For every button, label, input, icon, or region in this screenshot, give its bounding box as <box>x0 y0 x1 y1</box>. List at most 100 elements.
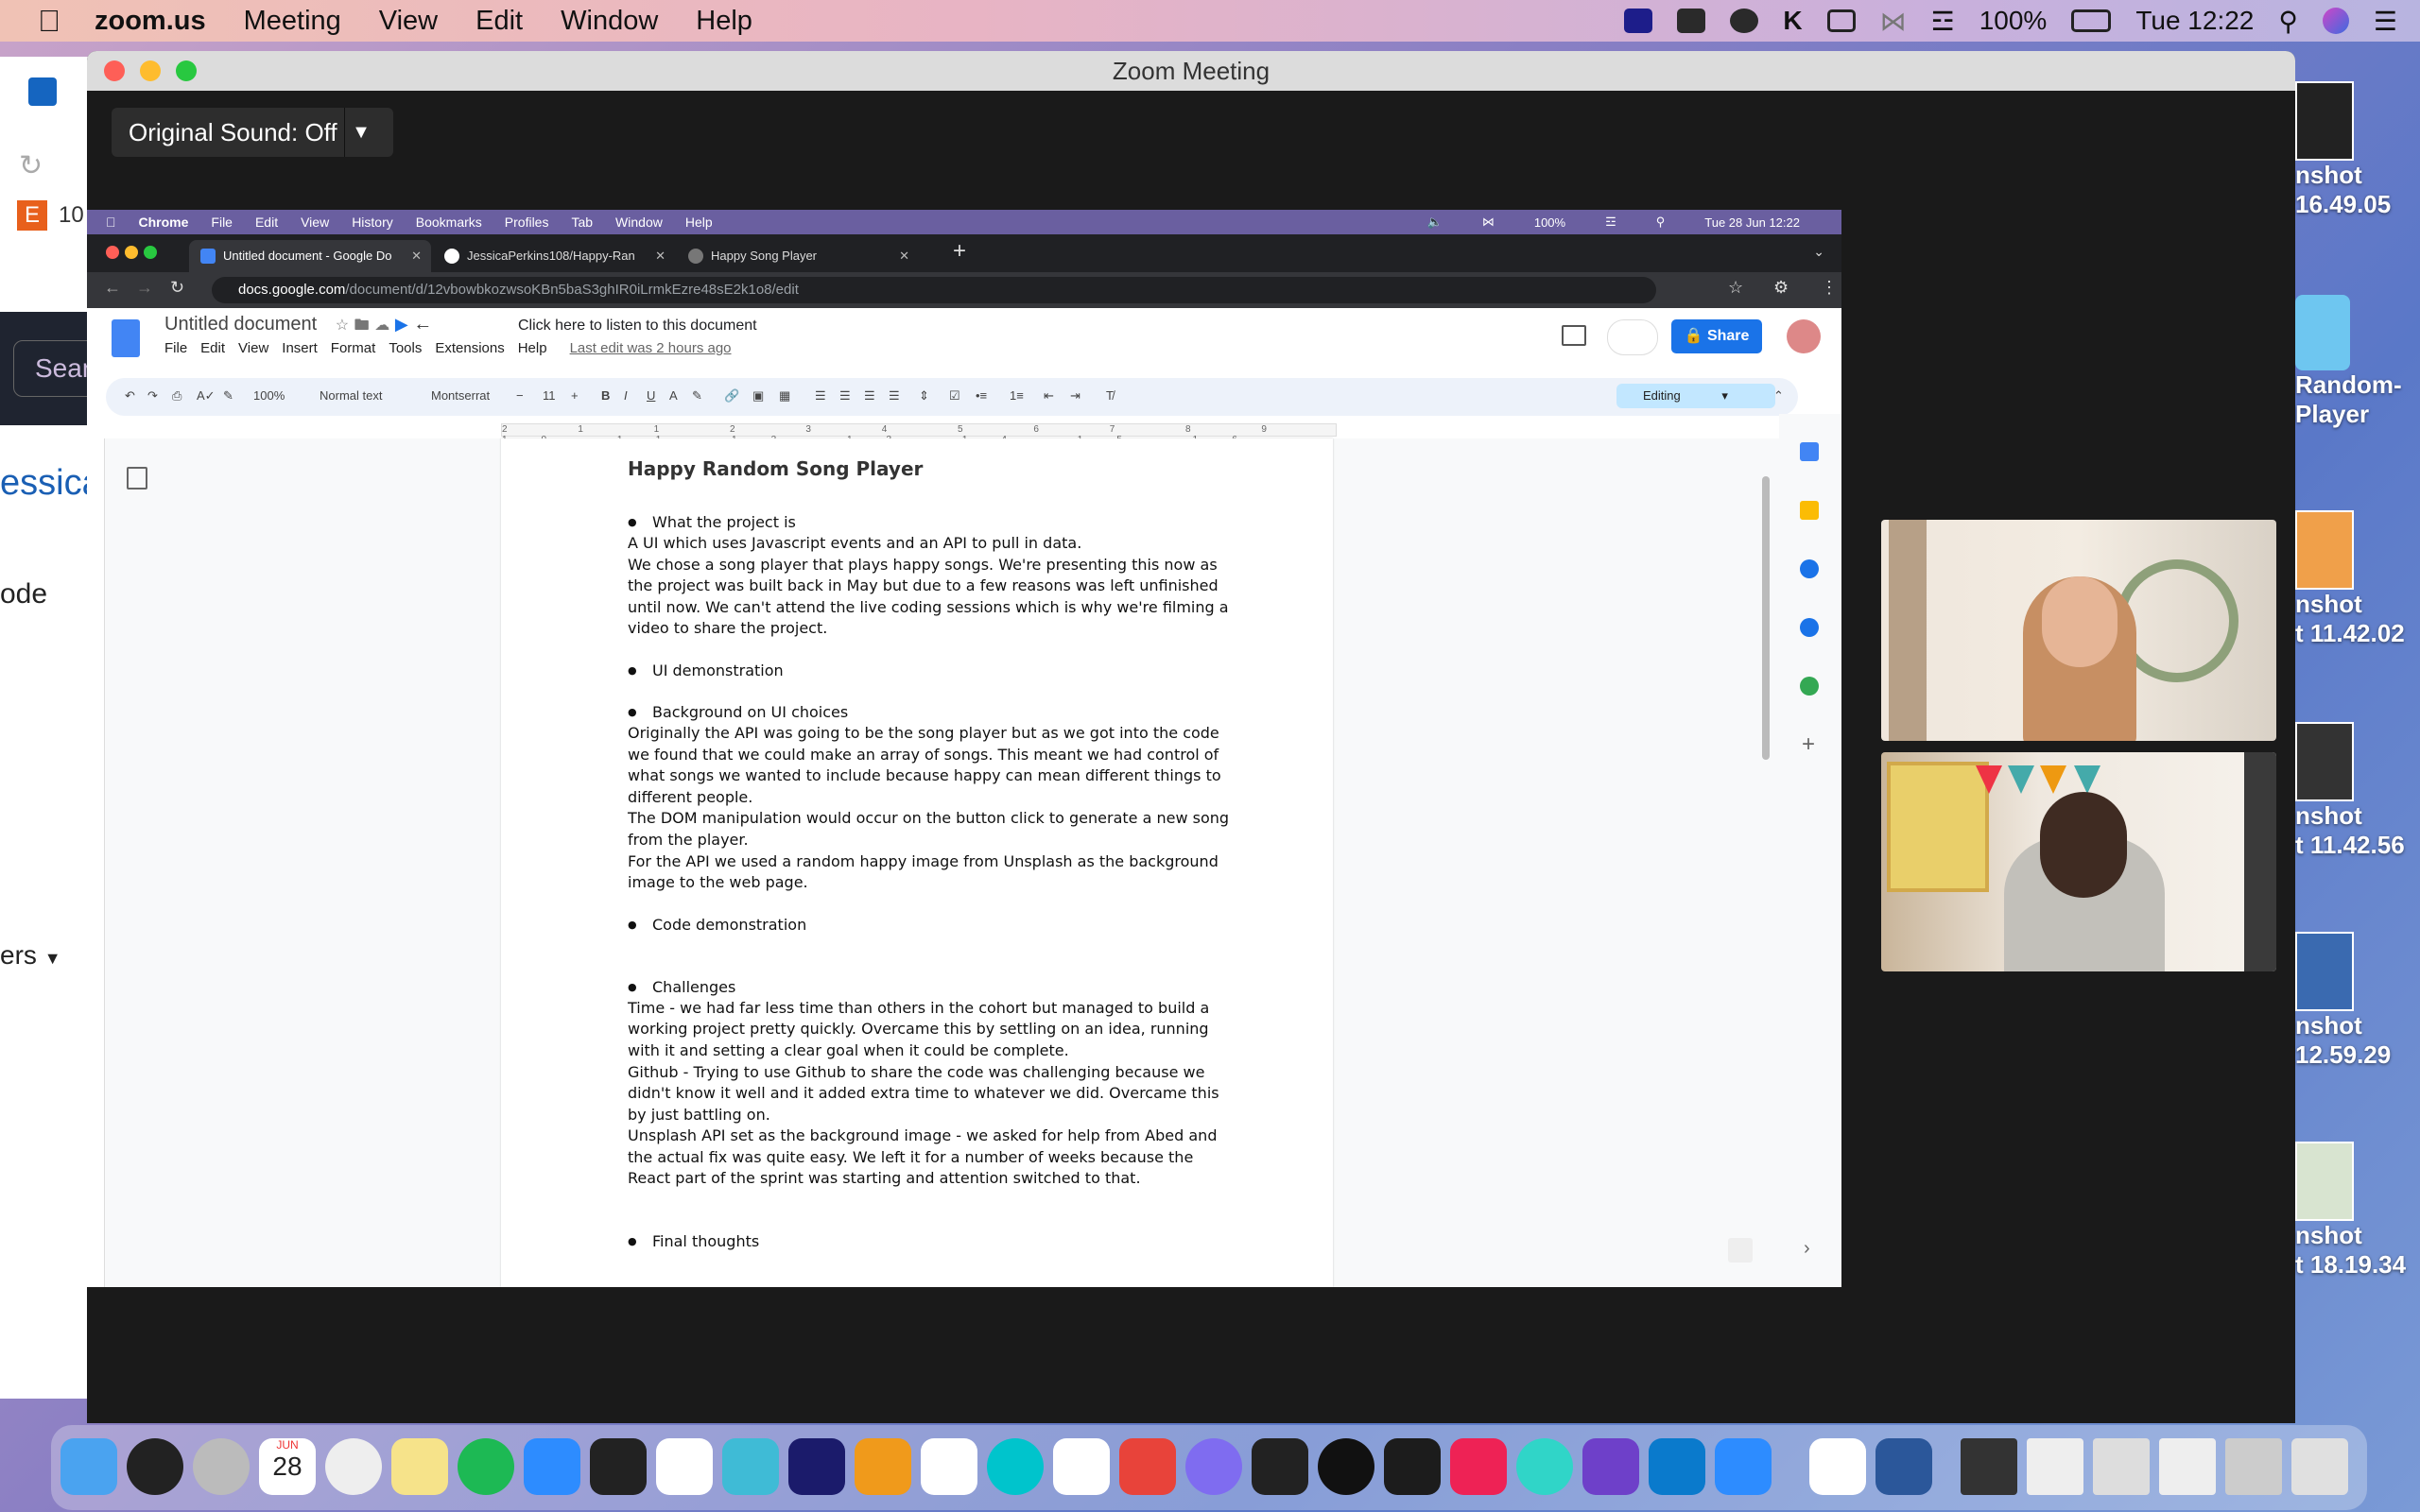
zoom-window-button[interactable] <box>176 60 197 81</box>
numbered-list-icon[interactable]: 1≡ <box>1010 388 1024 403</box>
share-button[interactable]: 🔒 Share <box>1671 319 1762 353</box>
minimize-window-button[interactable] <box>140 60 161 81</box>
zoom-icon[interactable] <box>524 1438 580 1495</box>
siri-icon[interactable] <box>2322 8 2349 34</box>
document-page[interactable]: Happy Random Song Player What the projec… <box>501 438 1333 1287</box>
reload-icon[interactable]: ↻ <box>170 278 184 298</box>
close-window-button[interactable] <box>104 60 125 81</box>
decrease-indent-icon[interactable]: ⇤ <box>1044 388 1054 404</box>
line-spacing-icon[interactable]: ⇕ <box>919 388 929 404</box>
desktop-folder[interactable]: Random- Player <box>2295 295 2420 429</box>
bullet-list-icon[interactable]: •≡ <box>976 388 987 403</box>
participant-video-1[interactable] <box>1881 520 2276 741</box>
docs-menu-format[interactable]: Format <box>331 340 376 356</box>
desktop-file-4[interactable]: nshot 12.59.29 <box>2295 932 2420 1070</box>
zoom-select[interactable]: 100% <box>253 388 285 403</box>
slack-icon[interactable] <box>656 1438 713 1495</box>
document-title[interactable]: Untitled document ☆ 🖿 ☁ ▶ ← <box>164 314 432 340</box>
bold-icon[interactable]: B <box>601 388 610 403</box>
new-tab-button[interactable]: + <box>953 238 966 265</box>
listen-link[interactable]: Click here to listen to this document <box>518 318 757 335</box>
horizontal-ruler[interactable]: 2 1 1 2 3 4 5 6 7 8 9 10 11 12 13 14 15 … <box>87 420 1779 455</box>
close-icon[interactable]: ✕ <box>899 240 909 272</box>
desktop-file-5[interactable]: nshot t 18.19.34 <box>2295 1142 2420 1280</box>
notes-icon[interactable] <box>391 1438 448 1495</box>
document-body[interactable]: Happy Random Song Player What the projec… <box>628 457 1233 1252</box>
vscode-icon[interactable] <box>1649 1438 1705 1495</box>
star-icon[interactable]: ☆ <box>336 318 349 334</box>
word-icon[interactable] <box>1876 1438 1932 1495</box>
etsy-icon[interactable]: E <box>17 200 47 231</box>
address-bar[interactable]: docs.google.com/document/d/12vbowbkozwso… <box>212 277 1656 303</box>
bluetooth-icon[interactable]: ⋈ <box>1880 6 1907 37</box>
align-right-icon[interactable]: ☰ <box>864 388 875 404</box>
italic-icon[interactable]: I <box>624 388 628 403</box>
apple-icon[interactable]:  <box>38 4 60 39</box>
tab-github[interactable]: JessicaPerkins108/Happy-Ran ✕ <box>433 240 675 272</box>
tab-search-icon[interactable]: ⌄ <box>1813 244 1824 260</box>
menu-app-name[interactable]: zoom.us <box>95 6 206 37</box>
explore-icon[interactable] <box>1728 1238 1753 1263</box>
menu-help[interactable]: Help <box>696 6 752 37</box>
music-icon[interactable] <box>1809 1438 1866 1495</box>
code-label[interactable]: ode <box>0 578 47 610</box>
font-size-input[interactable]: 11 <box>543 388 556 403</box>
desktop-file-3[interactable]: nshot t 11.42.56 <box>2295 722 2420 860</box>
highlight-icon[interactable]: ✎ <box>692 388 702 404</box>
figma-icon[interactable] <box>590 1438 647 1495</box>
editing-mode-select[interactable]: Editing ▾ <box>1616 384 1775 408</box>
desktop-file-1[interactable]: nshot 16.49.05 <box>2295 81 2420 219</box>
print-icon[interactable]: ⎙ <box>172 388 182 404</box>
scrollbar[interactable] <box>1762 476 1770 760</box>
docs-logo-icon[interactable] <box>112 319 140 357</box>
align-left-icon[interactable]: ☰ <box>815 388 826 404</box>
avatar[interactable] <box>1787 319 1821 353</box>
text-color-icon[interactable]: A <box>669 388 678 403</box>
comment-history-icon[interactable] <box>1562 325 1586 346</box>
decrease-size-icon[interactable]: − <box>516 388 524 403</box>
close-icon[interactable]: ✕ <box>655 240 666 272</box>
wifi-icon[interactable]: ☲ <box>1931 6 1955 37</box>
webstorm-icon[interactable] <box>788 1438 845 1495</box>
forward-icon[interactable]: → <box>136 278 153 298</box>
minimized-window[interactable] <box>2027 1438 2083 1495</box>
close-window-button[interactable] <box>106 246 119 259</box>
settings-icon[interactable] <box>1185 1438 1242 1495</box>
docs-menu-help[interactable]: Help <box>518 340 547 356</box>
zoom-icon[interactable] <box>1715 1438 1772 1495</box>
docs-menu-view[interactable]: View <box>238 340 268 356</box>
trash-icon[interactable] <box>2291 1438 2348 1495</box>
zoom-window-button[interactable] <box>144 246 157 259</box>
tasks-icon[interactable] <box>1800 559 1819 578</box>
chrome-icon[interactable] <box>325 1438 382 1495</box>
increase-indent-icon[interactable]: ⇥ <box>1070 388 1080 404</box>
docs-menu-edit[interactable]: Edit <box>200 340 225 356</box>
underline-icon[interactable]: U <box>647 388 655 403</box>
airplay-icon[interactable] <box>1826 9 1856 32</box>
notion-icon[interactable] <box>921 1438 977 1495</box>
more-menu-icon[interactable]: ⋮ <box>1821 278 1838 298</box>
link-icon[interactable]: 🔗 <box>724 388 739 404</box>
terminal-icon[interactable] <box>1252 1438 1308 1495</box>
docs-menu-file[interactable]: File <box>164 340 187 356</box>
play-icon[interactable]: ▶ <box>395 315 408 334</box>
desktop-file-2[interactable]: nshot t 11.42.02 <box>2295 510 2420 648</box>
expand-panel-icon[interactable]: › <box>1804 1238 1810 1260</box>
align-center-icon[interactable]: ☰ <box>839 388 851 404</box>
vertical-ruler[interactable] <box>87 438 105 1287</box>
miro-icon[interactable] <box>1384 1438 1441 1495</box>
minimized-window[interactable] <box>2159 1438 2216 1495</box>
calendar-icon[interactable] <box>1800 442 1819 461</box>
minimized-window[interactable] <box>2093 1438 2150 1495</box>
comment-icon[interactable]: ▣ <box>752 388 764 404</box>
redo-icon[interactable]: ↷ <box>147 388 158 404</box>
bookmark-star-icon[interactable]: ☆ <box>1728 278 1743 298</box>
docs-menu-tools[interactable]: Tools <box>389 340 422 356</box>
spotlight-icon[interactable]: ⚲ <box>2278 6 2298 37</box>
outline-icon[interactable] <box>127 467 147 490</box>
paint-format-icon[interactable]: ✎ <box>223 388 233 404</box>
justify-icon[interactable]: ☰ <box>889 388 900 404</box>
menu-meeting[interactable]: Meeting <box>244 6 341 37</box>
menu-view[interactable]: View <box>379 6 438 37</box>
control-center-icon[interactable]: ☰ <box>2374 6 2397 37</box>
